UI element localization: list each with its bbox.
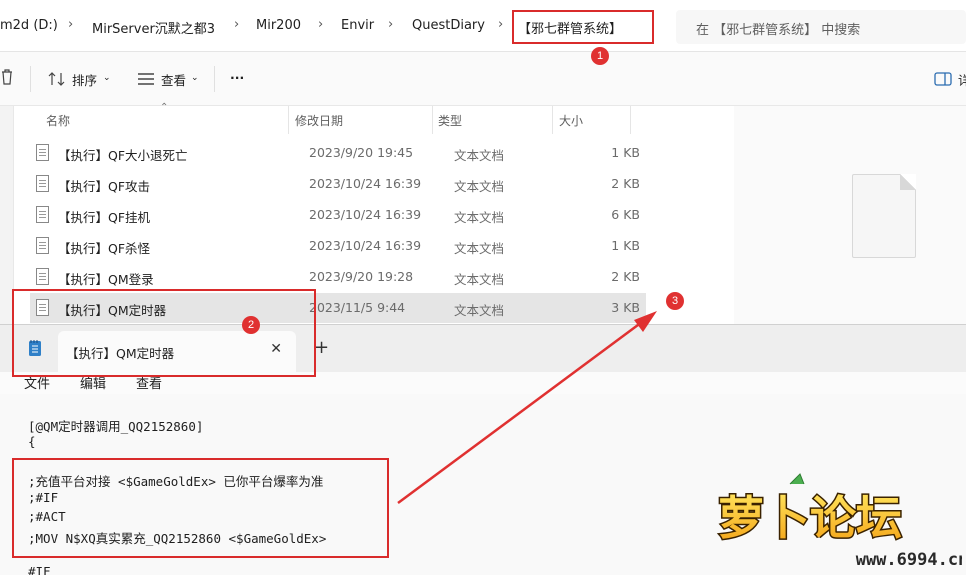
watermark-logo: 萝卜论坛 www.6994.cn [712,470,966,575]
watermark-title: 萝卜论坛 [718,491,902,545]
watermark-art: 萝卜论坛 www.6994.cn [717,473,966,570]
screen: { "address_bar": { "crumbs": ["m2d (D:)"… [0,0,966,575]
watermark-url: www.6994.cn [856,550,962,570]
